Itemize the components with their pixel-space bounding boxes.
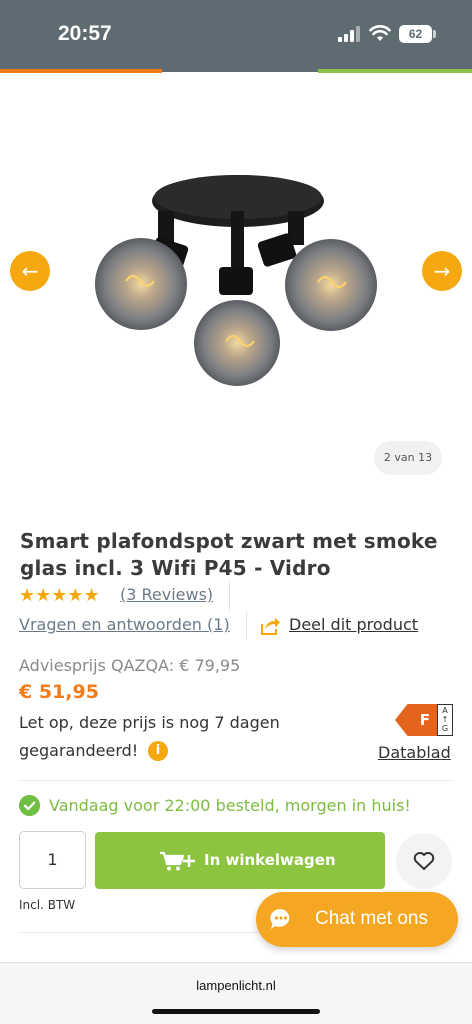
share-link[interactable]: Deel dit product bbox=[289, 615, 418, 634]
divider bbox=[229, 582, 230, 610]
datasheet-link[interactable]: Datablad bbox=[378, 743, 451, 762]
check-circle-icon bbox=[19, 795, 40, 816]
divider bbox=[246, 612, 247, 640]
quantity-input[interactable]: 1 bbox=[19, 831, 86, 889]
advice-price: Adviesprijs QAZQA: € 79,95 bbox=[19, 656, 241, 675]
price-guarantee-note: Let op, deze prijs is nog 7 dagen bbox=[19, 713, 280, 732]
energy-scale-top: A bbox=[442, 706, 448, 715]
divider bbox=[19, 780, 453, 781]
vat-note: Incl. BTW bbox=[19, 898, 76, 912]
cellular-signal-icon bbox=[338, 26, 360, 42]
energy-scale: A ↑ G bbox=[437, 704, 453, 736]
info-icon[interactable]: i bbox=[148, 741, 168, 761]
cart-plus-icon bbox=[160, 851, 195, 871]
delivery-promise: Vandaag voor 22:00 besteld, morgen in hu… bbox=[49, 796, 411, 815]
qa-link[interactable]: Vragen en antwoorden (1) bbox=[19, 615, 230, 634]
price-guarantee-note-cont: gegarandeerd! bbox=[19, 741, 139, 760]
gallery-next-button[interactable]: → bbox=[422, 251, 462, 291]
energy-label[interactable]: F A ↑ G bbox=[395, 704, 453, 736]
add-to-cart-label: In winkelwagen bbox=[204, 851, 336, 869]
energy-scale-arrow: ↑ bbox=[441, 715, 449, 724]
heart-icon bbox=[413, 852, 435, 870]
favorite-button[interactable] bbox=[396, 833, 452, 889]
product-title: Smart plafondspot zwart met smoke glas i… bbox=[20, 529, 438, 580]
url-text[interactable]: lampenlicht.nl bbox=[0, 978, 472, 993]
add-to-cart-button[interactable]: In winkelwagen bbox=[95, 832, 385, 889]
status-time: 20:57 bbox=[58, 22, 112, 45]
share-icon[interactable] bbox=[259, 616, 281, 636]
chat-bubble-icon bbox=[270, 908, 290, 929]
chat-label: Chat met ons bbox=[315, 908, 428, 929]
rating-stars: ★★★★★ bbox=[19, 585, 100, 606]
status-bar: 20:57 62 bbox=[0, 0, 472, 72]
battery-tip bbox=[433, 30, 436, 38]
browser-address-bar[interactable]: lampenlicht.nl bbox=[0, 962, 472, 1024]
energy-scale-bottom: G bbox=[441, 724, 449, 733]
product-image bbox=[95, 175, 377, 386]
reviews-link[interactable]: (3 Reviews) bbox=[120, 585, 213, 604]
wifi-icon bbox=[369, 25, 391, 41]
home-indicator[interactable] bbox=[152, 1009, 320, 1014]
gallery-prev-button[interactable]: ← bbox=[10, 251, 50, 291]
battery-icon: 62 bbox=[399, 25, 432, 43]
product-price: € 51,95 bbox=[19, 681, 99, 703]
gallery-counter: 2 van 13 bbox=[374, 441, 442, 475]
chat-button[interactable]: Chat met ons bbox=[256, 892, 458, 947]
product-gallery[interactable]: ← → 2 van 13 bbox=[0, 73, 472, 483]
energy-class: F bbox=[395, 704, 437, 736]
